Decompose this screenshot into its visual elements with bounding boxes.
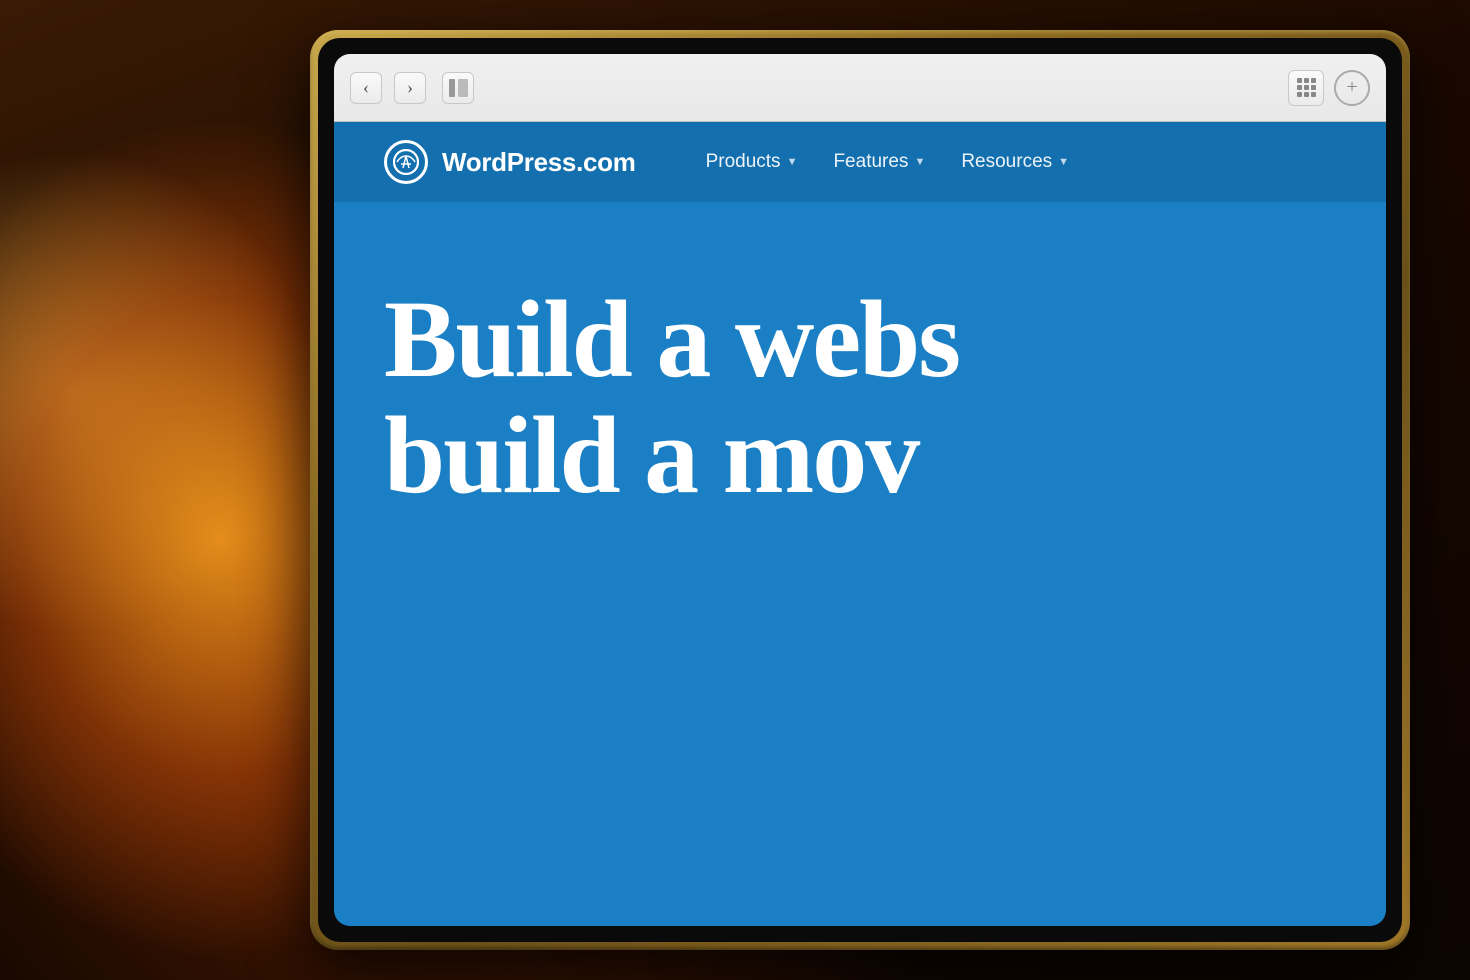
browser-chrome: ‹ › <box>334 54 1386 122</box>
forward-arrow-icon: › <box>407 77 413 98</box>
nav-features-label: Features <box>833 151 908 173</box>
wp-logo[interactable]: WordPress.com <box>384 140 636 184</box>
nav-products-label: Products <box>706 151 781 173</box>
forward-button[interactable]: › <box>394 72 426 104</box>
browser-right-buttons: + <box>1288 70 1370 106</box>
sidebar-icon <box>449 79 468 97</box>
grid-dots-icon <box>1297 78 1316 97</box>
wp-logo-text: WordPress.com <box>442 147 636 178</box>
nav-resources-label: Resources <box>961 151 1052 173</box>
nav-products-chevron-icon: ▼ <box>787 156 798 168</box>
laptop-bezel: ‹ › <box>318 38 1402 942</box>
nav-features-chevron-icon: ▼ <box>914 156 925 168</box>
wp-logo-icon <box>384 140 428 184</box>
sidebar-button[interactable] <box>442 72 474 104</box>
back-arrow-icon: ‹ <box>363 77 369 98</box>
screen: ‹ › <box>334 54 1386 926</box>
wp-hero-section: Build a webs build a mov <box>334 202 1386 513</box>
laptop-frame: ‹ › <box>310 30 1410 950</box>
nav-item-features[interactable]: Features ▼ <box>833 151 925 173</box>
nav-resources-chevron-icon: ▼ <box>1058 156 1069 168</box>
new-tab-button[interactable]: + <box>1334 70 1370 106</box>
wordpress-site: WordPress.com Products ▼ Features ▼ <box>334 122 1386 926</box>
hero-line-2: build a mov <box>384 398 1336 514</box>
wp-navbar: WordPress.com Products ▼ Features ▼ <box>334 122 1386 202</box>
plus-icon: + <box>1346 77 1357 97</box>
wp-hero-title: Build a webs build a mov <box>384 282 1336 513</box>
nav-item-resources[interactable]: Resources ▼ <box>961 151 1069 173</box>
back-button[interactable]: ‹ <box>350 72 382 104</box>
hero-line-1: Build a webs <box>384 282 1336 398</box>
wp-nav-links: Products ▼ Features ▼ Resources ▼ <box>706 151 1069 173</box>
nav-item-products[interactable]: Products ▼ <box>706 151 798 173</box>
grid-apps-button[interactable] <box>1288 70 1324 106</box>
